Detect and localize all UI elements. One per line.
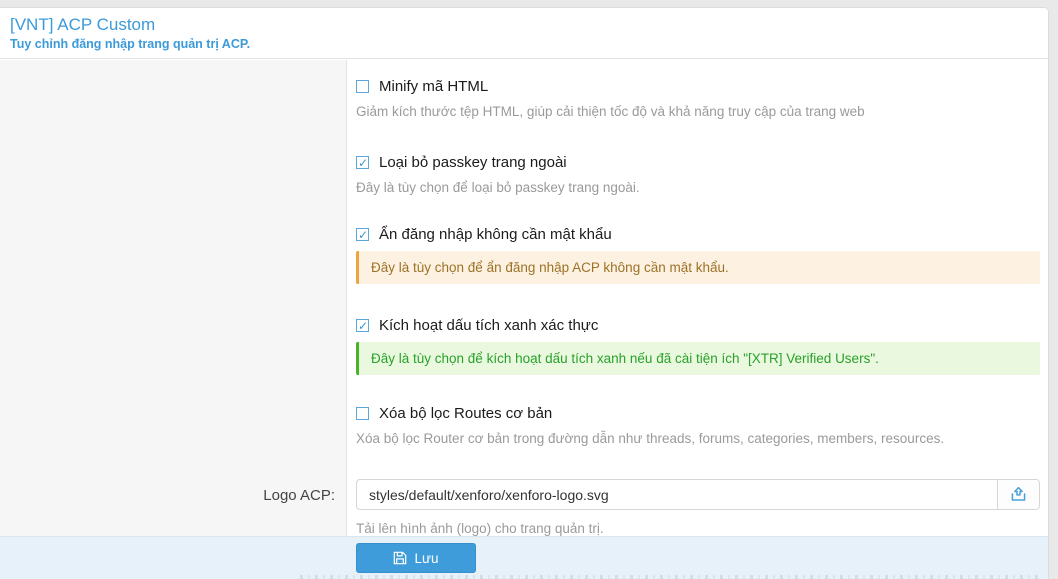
setting-description: Đây là tùy chọn để loại bỏ passkey trang…	[356, 179, 1040, 196]
clipped-bottom-text	[300, 575, 1038, 579]
setting-title: Kích hoạt dấu tích xanh xác thực	[379, 316, 598, 335]
options-column: Minify mã HTML Giảm kích thước tệp HTML,…	[356, 60, 1040, 536]
setting-checkbox-label[interactable]: Minify mã HTML	[356, 77, 1040, 96]
setting-row: Kích hoạt dấu tích xanh xác thực Đây là …	[356, 316, 1040, 375]
save-icon	[393, 551, 407, 565]
setting-row: Loại bỏ passkey trang ngoài Đây là tùy c…	[356, 153, 1040, 196]
page-subtitle: Tuy chỉnh đăng nhập trang quản trị ACP.	[10, 36, 1048, 53]
logo-input-group	[356, 479, 1040, 510]
setting-checkbox-label[interactable]: Loại bỏ passkey trang ngoài	[356, 153, 1040, 172]
save-button[interactable]: Lưu	[356, 543, 476, 573]
setting-description: Giảm kích thước tệp HTML, giúp cải thiện…	[356, 103, 1040, 120]
logo-field-row: Logo ACP: Tải lên hình ảnh (logo) cho tr…	[356, 479, 1040, 537]
upload-button[interactable]	[997, 480, 1039, 509]
setting-description: Đây là tùy chọn để ẩn đăng nhập ACP khôn…	[356, 251, 1040, 284]
setting-checkbox-label[interactable]: Kích hoạt dấu tích xanh xác thực	[356, 316, 1040, 335]
setting-title: Minify mã HTML	[379, 77, 488, 96]
setting-row: Minify mã HTML Giảm kích thước tệp HTML,…	[356, 77, 1040, 120]
setting-row: Ẩn đăng nhập không cần mật khẩu Đây là t…	[356, 225, 1040, 284]
label-column	[0, 60, 347, 536]
page-header: [VNT] ACP Custom Tuy chỉnh đăng nhập tra…	[0, 8, 1048, 59]
logo-field-description: Tải lên hình ảnh (logo) cho trang quản t…	[356, 520, 1040, 537]
upload-icon	[1009, 485, 1028, 504]
checkbox[interactable]	[356, 319, 369, 332]
logo-path-input[interactable]	[357, 480, 997, 509]
setting-checkbox-label[interactable]: Ẩn đăng nhập không cần mật khẩu	[356, 225, 1040, 244]
save-button-label: Lưu	[414, 551, 438, 566]
options-list: Minify mã HTML Giảm kích thước tệp HTML,…	[356, 77, 1040, 447]
page-title: [VNT] ACP Custom	[10, 14, 1048, 36]
setting-description: Xóa bộ lọc Router cơ bản trong đường dẫn…	[356, 430, 1040, 447]
logo-field-label: Logo ACP:	[263, 487, 335, 504]
setting-title: Xóa bộ lọc Routes cơ bản	[379, 404, 552, 423]
footer-bar: Lưu	[0, 536, 1048, 579]
checkbox[interactable]	[356, 228, 369, 241]
checkbox[interactable]	[356, 407, 369, 420]
settings-panel: [VNT] ACP Custom Tuy chỉnh đăng nhập tra…	[0, 7, 1049, 579]
checkbox[interactable]	[356, 80, 369, 93]
checkbox[interactable]	[356, 156, 369, 169]
setting-title: Ẩn đăng nhập không cần mật khẩu	[379, 225, 612, 244]
setting-checkbox-label[interactable]: Xóa bộ lọc Routes cơ bản	[356, 404, 1040, 423]
setting-row: Xóa bộ lọc Routes cơ bản Xóa bộ lọc Rout…	[356, 404, 1040, 447]
settings-body: Minify mã HTML Giảm kích thước tệp HTML,…	[0, 60, 1048, 536]
setting-description: Đây là tùy chọn để kích hoạt dấu tích xa…	[356, 342, 1040, 375]
setting-title: Loại bỏ passkey trang ngoài	[379, 153, 567, 172]
